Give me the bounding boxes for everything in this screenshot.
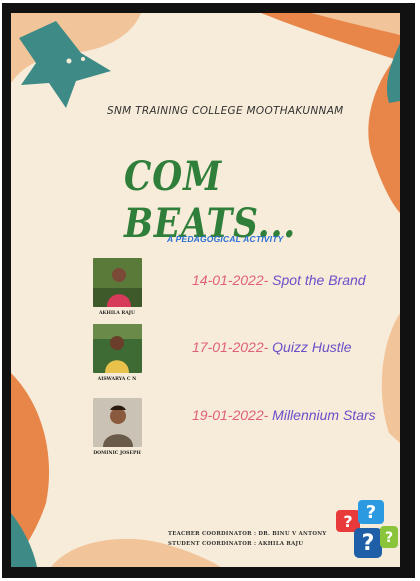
person-name: AISWARYA C N — [97, 377, 137, 382]
svg-text:?: ? — [362, 531, 375, 556]
person-photo — [93, 324, 142, 373]
svg-text:?: ? — [366, 502, 376, 523]
person-photo — [93, 398, 142, 447]
person-name: AKHILA RAJU — [98, 311, 135, 316]
event-name: Millennium Stars — [268, 407, 376, 423]
person-photo — [93, 258, 142, 307]
event-name: Spot the Brand — [268, 272, 366, 288]
poster: SNM TRAINING COLLEGE MOOTHAKUNNAM COM BE… — [11, 13, 400, 567]
svg-text:?: ? — [385, 530, 393, 546]
question-marks-icon: ? ? ? ? — [336, 500, 398, 558]
event-title: COM BEATS... — [124, 153, 297, 247]
photo-placeholder — [93, 258, 142, 307]
activity-subtitle: A PEDAGOGICAL ACTIVITY — [167, 234, 284, 244]
photo-placeholder — [93, 324, 142, 373]
star-dot — [81, 57, 85, 61]
decorative-shapes — [11, 13, 400, 567]
event-date: 17-01-2022- — [192, 339, 269, 355]
star-dot — [66, 58, 72, 64]
peach-leaf-right — [381, 313, 400, 443]
event-date: 19-01-2022- — [192, 407, 269, 423]
event-date: 14-01-2022- — [192, 272, 269, 288]
photo-placeholder — [93, 398, 142, 447]
college-name: SNM TRAINING COLLEGE MOOTHAKUNNAM — [107, 105, 344, 117]
event-row: 19-01-2022- Millennium Stars — [192, 407, 376, 425]
student-coordinator: STUDENT COORDINATOR : AKHILA RAJU — [168, 541, 304, 547]
teacher-coordinator: TEACHER COORDINATOR : DR. BINU V ANTONY — [168, 531, 327, 537]
svg-text:?: ? — [343, 512, 352, 531]
person-name: DOMINIC JOSEPH — [93, 451, 141, 456]
event-row: 14-01-2022- Spot the Brand — [192, 272, 366, 290]
event-name: Quizz Hustle — [268, 339, 352, 355]
event-row: 17-01-2022- Quizz Hustle — [192, 339, 352, 357]
